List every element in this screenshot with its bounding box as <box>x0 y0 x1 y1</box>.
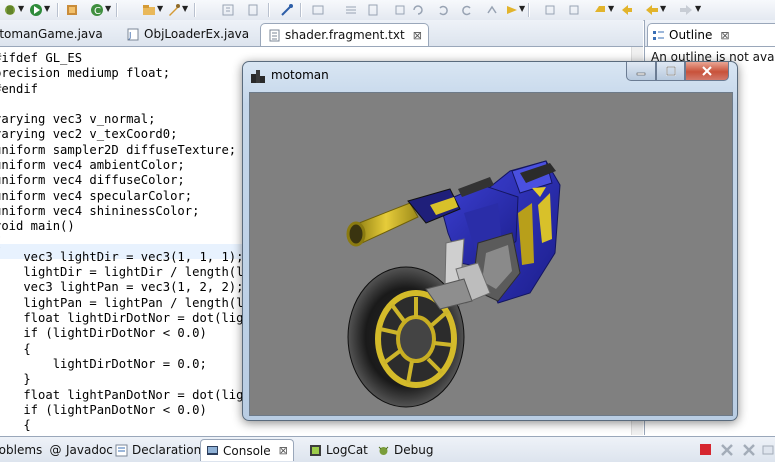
debug-icon <box>377 444 390 457</box>
next-annotation-icon[interactable] <box>504 2 520 17</box>
tab-console[interactable]: Console ⊠ <box>200 439 294 461</box>
tab-label: Declaration <box>132 443 202 457</box>
expand-icon[interactable] <box>566 2 582 17</box>
remove-launch-icon[interactable] <box>720 443 733 456</box>
show-whitespace-icon[interactable] <box>245 2 261 17</box>
forward-icon[interactable] <box>678 2 694 17</box>
pin-icon[interactable] <box>279 2 295 17</box>
tab-label: Debug <box>394 443 434 457</box>
new-package-icon[interactable] <box>64 2 80 17</box>
toggle-bookmark-icon[interactable] <box>392 2 408 17</box>
tab-motoman-game[interactable]: otomanGame.java <box>0 23 103 45</box>
pin-console-icon[interactable] <box>761 443 774 456</box>
tab-label: Console <box>223 443 271 458</box>
motorcycle-render <box>346 160 561 408</box>
close-icon[interactable]: ⊠ <box>279 444 288 457</box>
debug-dropdown-icon[interactable]: ▼ <box>18 4 24 13</box>
close-icon[interactable]: ⊠ <box>413 29 422 42</box>
collapse-icon[interactable] <box>542 2 558 17</box>
tab-label: ObjLoaderEx.java <box>144 27 250 41</box>
tab-debug[interactable]: Debug <box>377 441 433 459</box>
maximize-icon <box>665 66 676 76</box>
format-icon[interactable] <box>343 2 359 17</box>
tab-objloaderex[interactable]: J ObjLoaderEx.java <box>126 23 249 45</box>
tab-shader-fragment[interactable]: shader.fragment.txt ⊠ <box>260 23 429 46</box>
forward-dropdown-icon[interactable]: ▼ <box>695 4 701 13</box>
svg-text:C: C <box>94 6 101 17</box>
javadoc-icon: @ <box>49 443 62 457</box>
app-icon <box>250 68 266 84</box>
tab-label: Javadoc <box>66 443 113 457</box>
main-toolbar: ▼ ▼ C ▼ ▼ ▼ ▼ ▼ ▼ ▼ <box>0 0 775 21</box>
remove-all-icon[interactable] <box>742 443 755 456</box>
minimize-button[interactable] <box>626 62 656 81</box>
outline-tab-label: Outline <box>669 28 713 42</box>
minimize-icon <box>636 72 646 76</box>
back-dropdown-icon[interactable]: ▼ <box>660 4 666 13</box>
refresh-icon[interactable] <box>410 2 426 17</box>
tab-label: roblems <box>0 443 43 457</box>
search-dropdown-icon[interactable]: ▼ <box>182 4 188 13</box>
run-icon[interactable] <box>28 2 44 17</box>
bottom-tab-strip: roblems @ Javadoc Declaration Console ⊠ … <box>0 436 775 462</box>
tab-label: shader.fragment.txt <box>285 28 405 42</box>
open-type-icon[interactable] <box>141 2 157 17</box>
undo-icon[interactable] <box>435 2 451 17</box>
prev-annotation-icon[interactable] <box>592 2 608 17</box>
outline-icon <box>652 29 665 42</box>
toggle-comment-icon[interactable] <box>365 2 381 17</box>
new-class-icon[interactable]: C <box>89 2 105 17</box>
step-into-icon[interactable] <box>484 2 500 17</box>
editor-tab-strip: otomanGame.java J ObjLoaderEx.java shade… <box>0 20 643 47</box>
tab-logcat[interactable]: LogCat <box>309 441 368 459</box>
tab-javadoc[interactable]: @ Javadoc <box>49 441 113 459</box>
window-title: motoman <box>271 68 329 82</box>
toggle-mark-icon[interactable] <box>220 2 236 17</box>
highlight-icon[interactable] <box>310 2 326 17</box>
svg-text:J: J <box>128 31 131 40</box>
next-annotation-dropdown-icon[interactable]: ▼ <box>519 4 525 13</box>
close-button[interactable] <box>685 62 729 81</box>
new-class-dropdown-icon[interactable]: ▼ <box>105 4 111 13</box>
debug-icon[interactable] <box>2 2 18 17</box>
console-icon <box>206 444 219 457</box>
declaration-icon <box>115 444 128 457</box>
render-canvas[interactable] <box>249 92 733 416</box>
back-icon[interactable] <box>644 2 660 17</box>
search-icon[interactable] <box>166 2 182 17</box>
logcat-icon <box>309 444 322 457</box>
tab-problems[interactable]: roblems <box>0 441 42 459</box>
tab-declaration[interactable]: Declaration <box>115 441 201 459</box>
outline-tab-strip: Outline ⊠ <box>645 20 775 47</box>
redo-icon[interactable] <box>459 2 475 17</box>
window-controls <box>626 62 729 82</box>
tab-label: LogCat <box>326 443 368 457</box>
last-edit-icon[interactable] <box>619 2 635 17</box>
tab-outline[interactable]: Outline ⊠ <box>647 23 775 46</box>
close-icon[interactable]: ⊠ <box>720 29 729 42</box>
java-file-icon: J <box>126 27 140 41</box>
tab-label: otomanGame.java <box>0 27 103 41</box>
terminate-icon[interactable] <box>699 443 712 456</box>
motoman-window[interactable]: motoman <box>242 61 738 421</box>
text-file-icon <box>267 28 281 42</box>
close-icon <box>702 66 712 76</box>
run-dropdown-icon[interactable]: ▼ <box>44 4 50 13</box>
open-type-dropdown-icon[interactable]: ▼ <box>157 4 163 13</box>
prev-annotation-dropdown-icon[interactable]: ▼ <box>608 4 614 13</box>
maximize-button[interactable] <box>656 62 685 81</box>
